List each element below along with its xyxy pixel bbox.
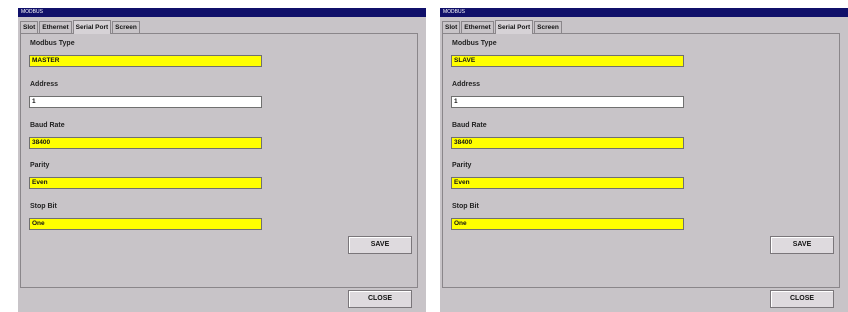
tab-ethernet[interactable]: Ethernet (461, 21, 494, 33)
window-title: MODBUS (18, 8, 426, 17)
parity-field[interactable]: Even (29, 177, 262, 189)
tab-screen[interactable]: Screen (112, 21, 140, 33)
modbus-type-label: Modbus Type (30, 40, 75, 47)
modbus-type-label: Modbus Type (452, 40, 497, 47)
stop-bit-label: Stop Bit (30, 203, 57, 210)
tab-slot[interactable]: Slot (20, 21, 39, 33)
window-title: MODBUS (440, 8, 848, 17)
tab-bar: Slot Ethernet Serial Port Screen (20, 19, 141, 34)
tab-ethernet[interactable]: Ethernet (39, 21, 72, 33)
parity-field[interactable]: Even (451, 177, 684, 189)
tab-serial-port[interactable]: Serial Port (494, 20, 534, 34)
stop-bit-field[interactable]: One (451, 218, 684, 230)
baud-rate-label: Baud Rate (452, 122, 487, 129)
baud-rate-label: Baud Rate (30, 122, 65, 129)
tab-slot[interactable]: Slot (442, 21, 461, 33)
parity-label: Parity (30, 162, 50, 169)
save-button[interactable]: SAVE (770, 236, 834, 254)
save-button[interactable]: SAVE (348, 236, 412, 254)
modbus-window-master: MODBUS Slot Ethernet Serial Port Screen … (18, 8, 426, 312)
address-field[interactable]: 1 (451, 96, 684, 108)
parity-label: Parity (452, 162, 472, 169)
tab-screen[interactable]: Screen (534, 21, 562, 33)
tab-bar: Slot Ethernet Serial Port Screen (442, 19, 563, 34)
baud-rate-field[interactable]: 38400 (451, 137, 684, 149)
baud-rate-field[interactable]: 38400 (29, 137, 262, 149)
stop-bit-field[interactable]: One (29, 218, 262, 230)
close-button[interactable]: CLOSE (770, 290, 834, 308)
close-button[interactable]: CLOSE (348, 290, 412, 308)
stop-bit-label: Stop Bit (452, 203, 479, 210)
modbus-type-field[interactable]: SLAVE (451, 55, 684, 67)
address-field[interactable]: 1 (29, 96, 262, 108)
modbus-type-field[interactable]: MASTER (29, 55, 262, 67)
tab-serial-port[interactable]: Serial Port (72, 20, 112, 34)
address-label: Address (30, 81, 59, 88)
address-label: Address (452, 81, 481, 88)
modbus-window-slave: MODBUS Slot Ethernet Serial Port Screen … (440, 8, 848, 312)
